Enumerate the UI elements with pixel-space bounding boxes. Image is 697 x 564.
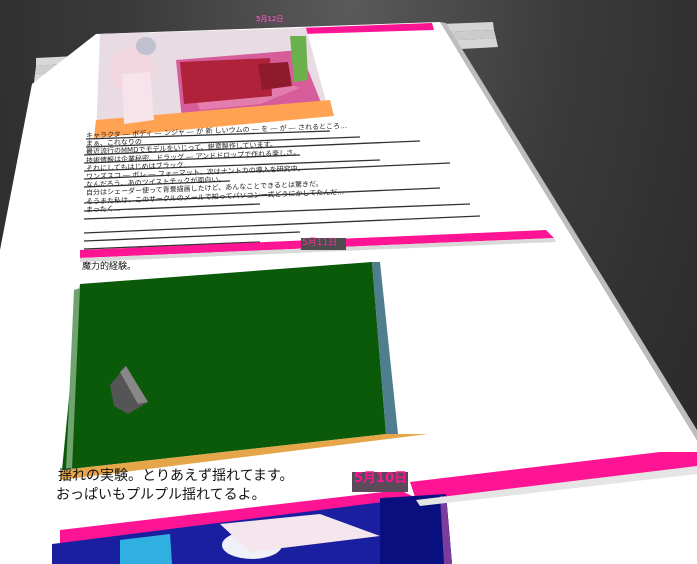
entry-2-line-0: 揺れの実験。とりあえず揺れてます。 [58,468,294,484]
date-label-2: 5月11日 [302,238,338,248]
entry-1-closing-line: 魔力的経験。 [82,262,137,272]
date-label-3: 5月10日 [354,471,408,486]
entry-2-line-1: おっぱいもプルプル揺れてるよ。 [56,487,266,503]
entry-1-body: キャラクタ ― ボディ ― ンジャ ― が 新 しいウムの ― を ― が ― … [86,122,347,214]
date-label-1: 5月12日 [256,15,284,23]
